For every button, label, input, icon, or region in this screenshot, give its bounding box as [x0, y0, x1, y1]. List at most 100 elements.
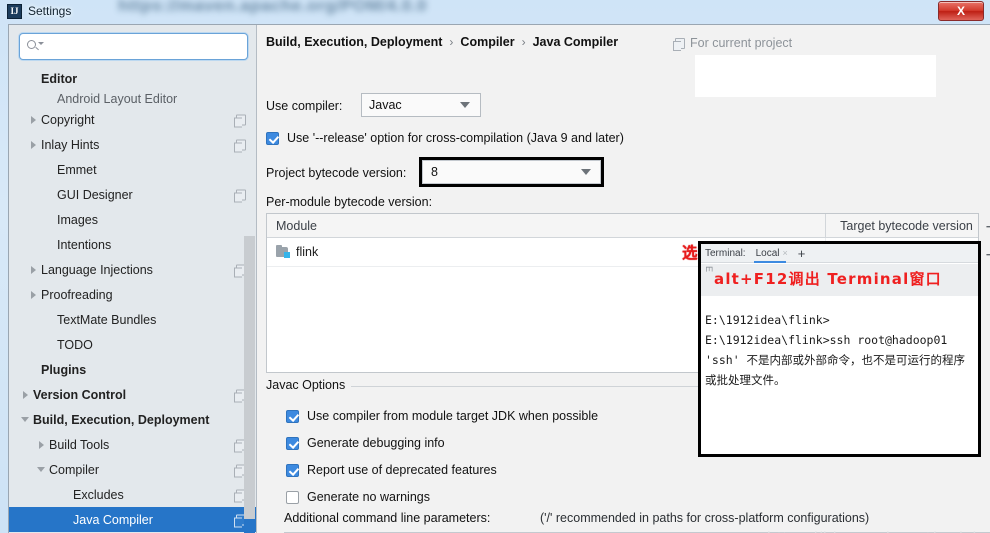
search-input[interactable] [44, 39, 247, 54]
javac-option-row-3[interactable]: Generate no warnings [286, 490, 430, 504]
sidebar-item-gui-designer[interactable]: GUI Designer [9, 182, 256, 207]
search-icon [27, 40, 44, 53]
additional-params-label: Additional command line parameters: [284, 511, 491, 525]
chevron-right-icon[interactable] [25, 116, 41, 124]
sidebar-item-label: Proofreading [41, 287, 113, 302]
add-module-button[interactable]: + [978, 214, 990, 242]
new-terminal-tab-button[interactable]: + [798, 246, 806, 261]
sidebar-item-build-execution-deployment[interactable]: Build, Execution, Deployment [9, 407, 256, 432]
chevron-right-icon[interactable] [25, 291, 41, 299]
column-header-target-bytecode[interactable]: Target bytecode version [826, 214, 978, 237]
chevron-right-icon[interactable] [17, 391, 33, 399]
sidebar-item-language-injections[interactable]: Language Injections [9, 257, 256, 282]
sidebar-item-label: Inlay Hints [41, 137, 100, 152]
release-option-label: Use '--release' option for cross-compila… [287, 131, 624, 145]
breadcrumb-part-3[interactable]: Java Compiler [533, 35, 618, 49]
search-box[interactable] [19, 33, 248, 60]
javac-option-row-0[interactable]: Use compiler from module target JDK when… [286, 409, 598, 423]
sidebar-item-plugins[interactable]: Plugins [9, 357, 256, 382]
sidebar-item-excludes[interactable]: Excludes [9, 482, 256, 507]
chevron-down-icon[interactable] [17, 417, 33, 422]
terminal-hidden-text: E [704, 266, 714, 273]
sidebar-item-label: Images [57, 212, 98, 227]
terminal-line: E:\1912idea\flink>ssh root@hadoop01 [705, 333, 948, 347]
terminal-line: 或批处理文件。 [705, 373, 786, 387]
terminal-line: 'ssh' 不是内部或外部命令，也不是可运行的程序 [705, 353, 966, 367]
sidebar-item-label: Editor [41, 71, 78, 86]
chevron-right-icon[interactable] [25, 141, 41, 149]
empty-white-panel [695, 55, 936, 97]
sidebar-item-android-layout-editor[interactable]: Android Layout Editor [9, 91, 256, 107]
background-blurred-text: https://maven.apache.org/POM/4.0.0 [118, 0, 427, 15]
terminal-tabbar: Terminal: Local × + [701, 244, 978, 263]
sidebar-item-label: Language Injections [41, 262, 153, 277]
per-module-label: Per-module bytecode version: [266, 195, 433, 209]
sidebar-item-label: Version Control [33, 387, 127, 402]
column-header-module[interactable]: Module [267, 214, 826, 237]
javac-option-checkbox-1[interactable] [286, 436, 299, 450]
project-bytecode-label: Project bytecode version: [266, 166, 407, 180]
sidebar-item-label: TextMate Bundles [57, 312, 157, 327]
sidebar-scrollbar[interactable] [244, 236, 255, 520]
chevron-down-icon [581, 169, 591, 175]
for-current-project-text: For current project [690, 36, 793, 50]
release-option-checkbox[interactable] [266, 131, 279, 145]
sidebar-item-copyright[interactable]: Copyright [9, 107, 256, 132]
sidebar-item-build-tools[interactable]: Build Tools [9, 432, 256, 457]
terminal-tab-local[interactable]: Local × [753, 244, 790, 263]
javac-option-label-3: Generate no warnings [307, 490, 430, 504]
sidebar-item-images[interactable]: Images [9, 207, 256, 232]
close-icon[interactable]: × [782, 248, 787, 258]
breadcrumb-part-2[interactable]: Compiler [460, 35, 514, 49]
annotation-terminal-note: alt+F12调出 Terminal窗口 [714, 270, 942, 288]
sidebar-item-proofreading[interactable]: Proofreading [9, 282, 256, 307]
project-bytecode-dropdown[interactable]: 8 [422, 160, 601, 184]
copy-settings-icon [673, 37, 685, 51]
sidebar-item-label: Compiler [49, 462, 100, 477]
project-bytecode-value: 8 [431, 165, 438, 179]
sidebar-item-editor[interactable]: Editor [9, 66, 256, 91]
javac-option-label-0: Use compiler from module target JDK when… [307, 409, 599, 423]
terminal-output[interactable]: E:\1912idea\flink> E:\1912idea\flink>ssh … [701, 297, 978, 454]
search-area [9, 25, 256, 64]
for-current-project-label: For current project [673, 36, 793, 51]
chevron-right-icon[interactable] [25, 266, 41, 274]
sidebar-item-todo[interactable]: TODO [9, 332, 256, 357]
sidebar-item-emmet[interactable]: Emmet [9, 157, 256, 182]
chevron-down-icon[interactable] [33, 467, 49, 472]
sidebar-item-compiler[interactable]: Compiler [9, 457, 256, 482]
breadcrumb: Build, Execution, Deployment › Compiler … [266, 35, 618, 49]
chevron-down-icon [460, 102, 470, 108]
table-header-row: Module Target bytecode version [267, 214, 978, 238]
window-title: Settings [28, 4, 72, 18]
javac-options-legend: Javac Options [266, 378, 352, 392]
sidebar-item-java-compiler[interactable]: Java Compiler [9, 507, 256, 532]
javac-option-row-1[interactable]: Generate debugging info [286, 436, 445, 450]
sidebar-item-label: Build Tools [49, 437, 110, 452]
use-compiler-label: Use compiler: [266, 99, 343, 113]
sidebar-item-version-control[interactable]: Version Control [9, 382, 256, 407]
javac-option-checkbox-3[interactable] [286, 490, 299, 504]
terminal-title: Terminal: [705, 247, 746, 259]
sidebar-item-textmate-bundles[interactable]: TextMate Bundles [9, 307, 256, 332]
terminal-overlay-window: Terminal: Local × + E alt+F12调出 Terminal… [698, 241, 981, 457]
sidebar-item-label: Copyright [41, 112, 95, 127]
use-compiler-dropdown[interactable]: Javac [361, 93, 481, 117]
javac-option-checkbox-0[interactable] [286, 409, 299, 423]
sidebar-item-label: Android Layout Editor [57, 92, 178, 106]
settings-sidebar: Editor Android Layout Editor Copyright Inla… [9, 25, 257, 533]
release-option-row[interactable]: Use '--release' option for cross-compila… [266, 131, 624, 145]
javac-option-row-2[interactable]: Report use of deprecated features [286, 463, 497, 477]
sidebar-item-label: GUI Designer [57, 187, 133, 202]
sidebar-item-inlay-hints[interactable]: Inlay Hints [9, 132, 256, 157]
settings-window: https://maven.apache.org/POM/4.0.0 IJ Se… [0, 0, 990, 533]
additional-params-hint: ('/' recommended in paths for cross-plat… [540, 511, 870, 525]
close-icon[interactable]: X [938, 1, 984, 21]
javac-option-label-1: Generate debugging info [307, 436, 445, 450]
sidebar-scrollbar-bottom[interactable] [244, 519, 255, 533]
breadcrumb-separator: › [449, 35, 454, 49]
breadcrumb-part-1[interactable]: Build, Execution, Deployment [266, 35, 442, 49]
chevron-right-icon[interactable] [33, 441, 49, 449]
sidebar-item-intentions[interactable]: Intentions [9, 232, 256, 257]
javac-option-checkbox-2[interactable] [286, 463, 299, 477]
